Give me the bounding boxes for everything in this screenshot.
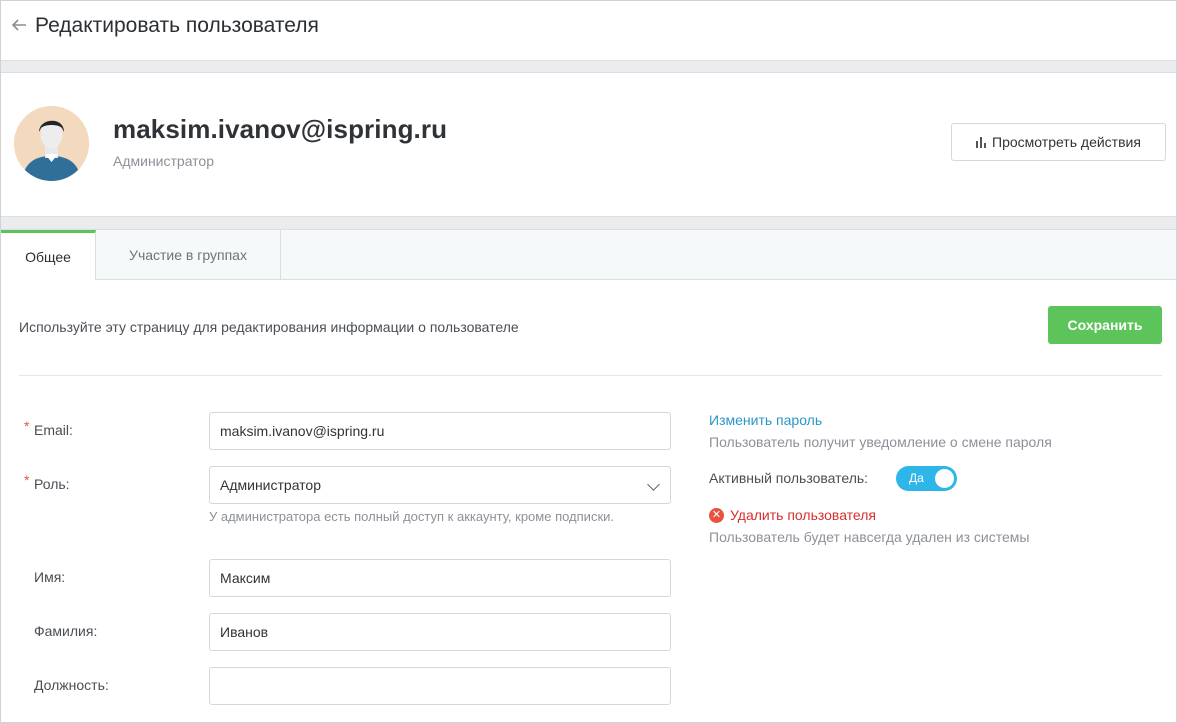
toggle-knob — [935, 469, 954, 488]
view-actions-button[interactable]: Просмотреть действия — [951, 123, 1166, 161]
arrow-left-icon[interactable] — [9, 15, 29, 35]
role-hint: У администратора есть полный доступ к ак… — [209, 509, 614, 524]
profile-card: maksim.ivanov@ispring.ru Администратор П… — [1, 72, 1176, 217]
bar-chart-icon — [976, 136, 987, 148]
edit-form: Используйте эту страницу для редактирова… — [1, 280, 1176, 722]
form-intro: Используйте эту страницу для редактирова… — [19, 319, 519, 335]
role-select-value: Администратор — [220, 477, 322, 493]
active-user-toggle[interactable]: Да — [896, 466, 957, 491]
user-role: Администратор — [113, 153, 215, 169]
last-name-label: Фамилия: — [34, 623, 98, 639]
page-title: Редактировать пользователя — [35, 14, 319, 37]
role-select[interactable]: Администратор — [209, 466, 671, 504]
user-email: maksim.ivanov@ispring.ru — [113, 114, 448, 144]
chevron-down-icon — [647, 478, 660, 491]
email-label: Email: — [34, 422, 73, 438]
tab-bar: Общее Участие в группах — [1, 229, 1176, 281]
last-name-field[interactable] — [209, 613, 671, 651]
tab-general[interactable]: Общее — [1, 230, 96, 281]
delete-user-link[interactable]: ✕ Удалить пользователя — [709, 507, 876, 523]
email-field[interactable] — [209, 412, 671, 450]
change-password-note: Пользователь получит уведомление о смене… — [709, 434, 1052, 450]
divider — [19, 375, 1162, 376]
role-label: Роль: — [34, 476, 70, 492]
view-actions-label: Просмотреть действия — [992, 134, 1141, 150]
delete-user-label: Удалить пользователя — [730, 507, 876, 523]
required-mark-role: * — [24, 472, 30, 488]
required-mark-email: * — [24, 418, 30, 434]
tab-group-membership[interactable]: Участие в группах — [96, 230, 281, 280]
position-field[interactable] — [209, 667, 671, 705]
toggle-text: Да — [909, 471, 924, 485]
close-circle-icon: ✕ — [709, 507, 724, 523]
change-password-link[interactable]: Изменить пароль — [709, 412, 822, 428]
header-bar: Редактировать пользователя — [1, 1, 1176, 61]
position-label: Должность: — [34, 677, 109, 693]
avatar — [14, 106, 89, 181]
save-button[interactable]: Сохранить — [1048, 306, 1162, 344]
first-name-label: Имя: — [34, 569, 66, 585]
delete-user-note: Пользователь будет навсегда удален из си… — [709, 529, 1030, 545]
first-name-field[interactable] — [209, 559, 671, 597]
app-window: Редактировать пользователя maksim.ivanov… — [0, 0, 1177, 723]
active-user-label: Активный пользователь: — [709, 470, 869, 486]
